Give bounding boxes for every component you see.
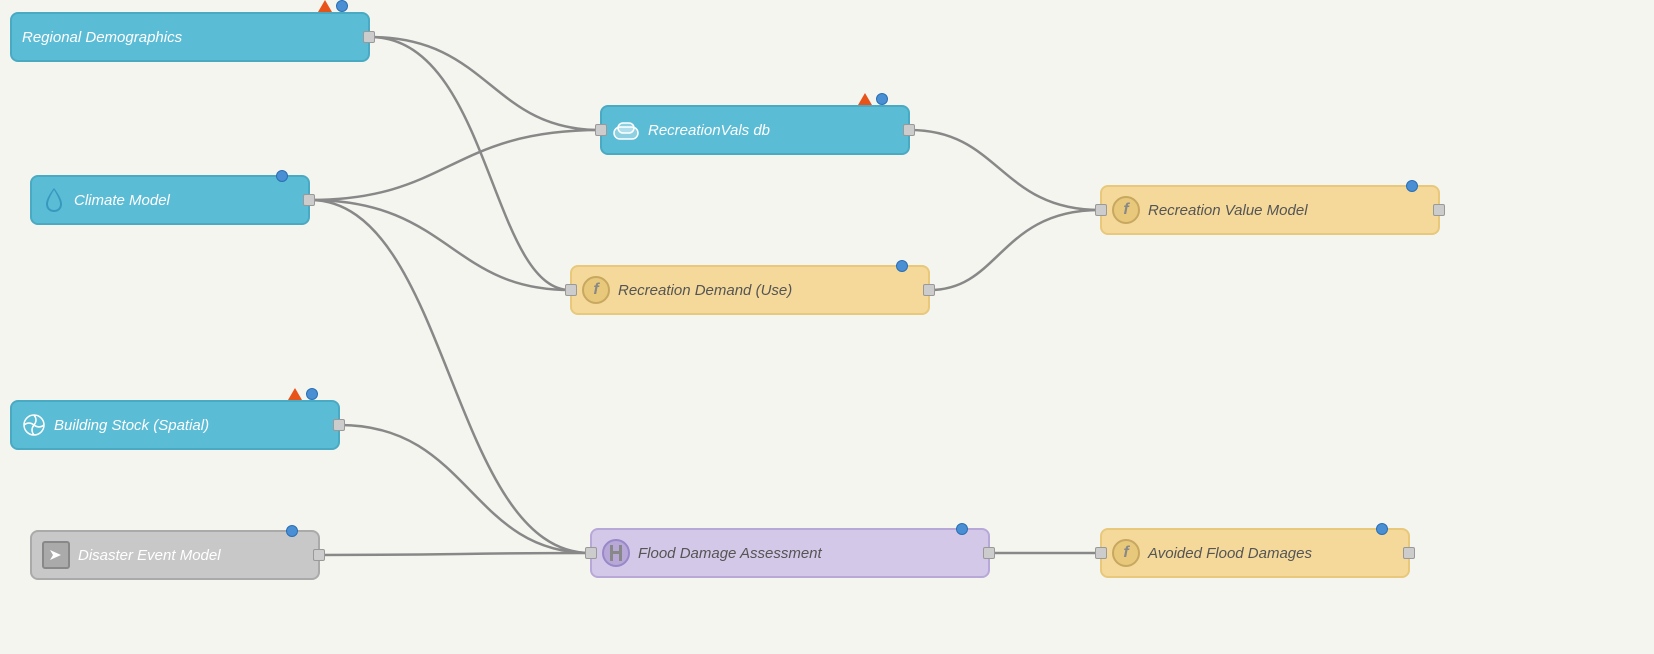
output-port[interactable] bbox=[903, 124, 915, 136]
recreation-demand-node[interactable]: f Recreation Demand (Use) bbox=[570, 265, 930, 315]
regional-demographics-node[interactable]: Regional Demographics bbox=[10, 12, 370, 62]
function-icon: f bbox=[582, 276, 610, 304]
node-label: Building Stock (Spatial) bbox=[54, 417, 209, 434]
status-circle-icon bbox=[276, 170, 288, 182]
building-stock-indicators bbox=[288, 388, 318, 400]
flood-damage-node[interactable]: Flood Damage Assessment bbox=[590, 528, 990, 578]
status-circle-icon bbox=[1376, 523, 1388, 535]
status-circle-icon bbox=[956, 523, 968, 535]
function-lavender-icon bbox=[602, 539, 630, 567]
node-label: Recreation Value Model bbox=[1148, 202, 1308, 219]
node-label: Flood Damage Assessment bbox=[638, 545, 822, 562]
status-circle-icon bbox=[306, 388, 318, 400]
recreation-vals-node[interactable]: RecreationVals db bbox=[600, 105, 910, 155]
status-circle-icon bbox=[876, 93, 888, 105]
function-icon: f bbox=[1112, 539, 1140, 567]
node-label: Avoided Flood Damages bbox=[1148, 545, 1312, 562]
status-circle-icon bbox=[286, 525, 298, 537]
node-label: Regional Demographics bbox=[22, 29, 182, 46]
input-port[interactable] bbox=[1095, 547, 1107, 559]
spatial-icon bbox=[22, 413, 46, 437]
output-port[interactable] bbox=[1403, 547, 1415, 559]
warning-triangle-icon bbox=[288, 388, 302, 400]
output-port[interactable] bbox=[313, 549, 325, 561]
climate-model-node[interactable]: Climate Model bbox=[30, 175, 310, 225]
arrow-icon bbox=[42, 541, 70, 569]
output-port[interactable] bbox=[363, 31, 375, 43]
output-port[interactable] bbox=[1433, 204, 1445, 216]
warning-triangle-icon bbox=[858, 93, 872, 105]
node-label: Recreation Demand (Use) bbox=[618, 282, 792, 299]
function-icon: f bbox=[1112, 196, 1140, 224]
node-label: Disaster Event Model bbox=[78, 547, 221, 564]
node-label: Climate Model bbox=[74, 192, 170, 209]
water-drop-icon bbox=[42, 186, 66, 214]
building-stock-node[interactable]: Building Stock (Spatial) bbox=[10, 400, 340, 450]
workflow-canvas: Regional Demographics Climate Model Buil bbox=[0, 0, 1654, 654]
output-port[interactable] bbox=[923, 284, 935, 296]
regional-demographics-indicators bbox=[318, 0, 348, 12]
recreation-value-model-node[interactable]: f Recreation Value Model bbox=[1100, 185, 1440, 235]
input-port[interactable] bbox=[585, 547, 597, 559]
output-port[interactable] bbox=[983, 547, 995, 559]
disaster-event-node[interactable]: Disaster Event Model bbox=[30, 530, 320, 580]
recreation-vals-indicators bbox=[858, 93, 888, 105]
output-port[interactable] bbox=[303, 194, 315, 206]
avoided-flood-node[interactable]: f Avoided Flood Damages bbox=[1100, 528, 1410, 578]
status-circle-icon bbox=[336, 0, 348, 12]
status-circle-icon bbox=[1406, 180, 1418, 192]
input-port[interactable] bbox=[1095, 204, 1107, 216]
status-circle-icon bbox=[896, 260, 908, 272]
cloud-icon bbox=[612, 116, 640, 144]
input-port[interactable] bbox=[565, 284, 577, 296]
input-port[interactable] bbox=[595, 124, 607, 136]
warning-triangle-icon bbox=[318, 0, 332, 12]
output-port[interactable] bbox=[333, 419, 345, 431]
node-label: RecreationVals db bbox=[648, 122, 770, 139]
